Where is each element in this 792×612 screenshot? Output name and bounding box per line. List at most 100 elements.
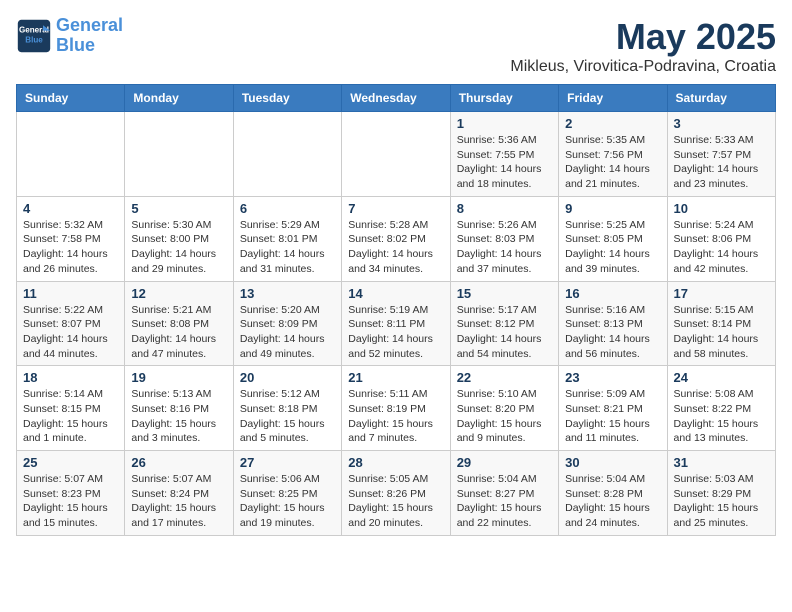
day-info: Sunrise: 5:26 AM Sunset: 8:03 PM Dayligh… bbox=[457, 218, 552, 277]
day-info: Sunrise: 5:25 AM Sunset: 8:05 PM Dayligh… bbox=[565, 218, 660, 277]
calendar-cell: 30 Sunrise: 5:04 AM Sunset: 8:28 PM Dayli… bbox=[559, 451, 667, 536]
calendar-table: SundayMondayTuesdayWednesdayThursdayFrid… bbox=[16, 84, 776, 536]
day-number: 24 bbox=[674, 370, 769, 385]
day-info: Sunrise: 5:07 AM Sunset: 8:24 PM Dayligh… bbox=[131, 472, 226, 531]
calendar-cell: 27 Sunrise: 5:06 AM Sunset: 8:25 PM Dayli… bbox=[233, 451, 341, 536]
calendar-cell: 21Sunrise: 5:11 AM Sunset: 8:19 PM Dayli… bbox=[342, 366, 450, 451]
day-number: 5 bbox=[131, 201, 226, 216]
day-info: Sunrise: 5:04 AM Sunset: 8:27 PM Dayligh… bbox=[457, 472, 552, 531]
calendar-cell: 2Sunrise: 5:35 AM Sunset: 7:56 PM Daylig… bbox=[559, 112, 667, 197]
day-number: 30 bbox=[565, 455, 660, 470]
logo: General Blue General Blue bbox=[16, 16, 123, 56]
calendar-header-row: SundayMondayTuesdayWednesdayThursdayFrid… bbox=[17, 85, 776, 112]
day-info: Sunrise: 5:12 AM Sunset: 8:18 PM Dayligh… bbox=[240, 387, 335, 446]
calendar-cell: 3 Sunrise: 5:33 AM Sunset: 7:57 PM Daylig… bbox=[667, 112, 775, 197]
calendar-cell: 4Sunrise: 5:32 AM Sunset: 7:58 PM Daylig… bbox=[17, 196, 125, 281]
calendar-cell: 26Sunrise: 5:07 AM Sunset: 8:24 PM Dayli… bbox=[125, 451, 233, 536]
day-info: Sunrise: 5:16 AM Sunset: 8:13 PM Dayligh… bbox=[565, 303, 660, 362]
day-number: 2 bbox=[565, 116, 660, 131]
day-info: Sunrise: 5:24 AM Sunset: 8:06 PM Dayligh… bbox=[674, 218, 769, 277]
day-number: 12 bbox=[131, 286, 226, 301]
week-row-5: 25Sunrise: 5:07 AM Sunset: 8:23 PM Dayli… bbox=[17, 451, 776, 536]
day-number: 16 bbox=[565, 286, 660, 301]
day-number: 10 bbox=[674, 201, 769, 216]
calendar-cell: 29 Sunrise: 5:04 AM Sunset: 8:27 PM Dayli… bbox=[450, 451, 558, 536]
day-number: 23 bbox=[565, 370, 660, 385]
calendar-cell bbox=[233, 112, 341, 197]
day-number: 7 bbox=[348, 201, 443, 216]
header-wednesday: Wednesday bbox=[342, 85, 450, 112]
svg-text:Blue: Blue bbox=[25, 35, 43, 44]
day-info: Sunrise: 5:20 AM Sunset: 8:09 PM Dayligh… bbox=[240, 303, 335, 362]
day-number: 18 bbox=[23, 370, 118, 385]
day-number: 27 bbox=[240, 455, 335, 470]
header-monday: Monday bbox=[125, 85, 233, 112]
day-number: 22 bbox=[457, 370, 552, 385]
calendar-cell bbox=[17, 112, 125, 197]
calendar-cell: 19Sunrise: 5:13 AM Sunset: 8:16 PM Dayli… bbox=[125, 366, 233, 451]
logo-icon: General Blue bbox=[16, 18, 52, 54]
day-info: Sunrise: 5:03 AM Sunset: 8:29 PM Dayligh… bbox=[674, 472, 769, 531]
header-tuesday: Tuesday bbox=[233, 85, 341, 112]
day-number: 28 bbox=[348, 455, 443, 470]
day-number: 20 bbox=[240, 370, 335, 385]
header-saturday: Saturday bbox=[667, 85, 775, 112]
calendar-cell: 20 Sunrise: 5:12 AM Sunset: 8:18 PM Dayli… bbox=[233, 366, 341, 451]
calendar-cell: 8 Sunrise: 5:26 AM Sunset: 8:03 PM Daylig… bbox=[450, 196, 558, 281]
day-info: Sunrise: 5:36 AM Sunset: 7:55 PM Dayligh… bbox=[457, 133, 552, 192]
day-number: 19 bbox=[131, 370, 226, 385]
day-info: Sunrise: 5:17 AM Sunset: 8:12 PM Dayligh… bbox=[457, 303, 552, 362]
day-number: 9 bbox=[565, 201, 660, 216]
day-info: Sunrise: 5:05 AM Sunset: 8:26 PM Dayligh… bbox=[348, 472, 443, 531]
calendar-cell: 11 Sunrise: 5:22 AM Sunset: 8:07 PM Dayli… bbox=[17, 281, 125, 366]
week-row-4: 18 Sunrise: 5:14 AM Sunset: 8:15 PM Dayli… bbox=[17, 366, 776, 451]
calendar-cell: 16 Sunrise: 5:16 AM Sunset: 8:13 PM Dayli… bbox=[559, 281, 667, 366]
calendar-cell: 23 Sunrise: 5:09 AM Sunset: 8:21 PM Dayli… bbox=[559, 366, 667, 451]
day-info: Sunrise: 5:08 AM Sunset: 8:22 PM Dayligh… bbox=[674, 387, 769, 446]
day-info: Sunrise: 5:22 AM Sunset: 8:07 PM Dayligh… bbox=[23, 303, 118, 362]
calendar-cell: 31Sunrise: 5:03 AM Sunset: 8:29 PM Dayli… bbox=[667, 451, 775, 536]
day-number: 6 bbox=[240, 201, 335, 216]
calendar-cell: 1 Sunrise: 5:36 AM Sunset: 7:55 PM Daylig… bbox=[450, 112, 558, 197]
calendar-cell: 14Sunrise: 5:19 AM Sunset: 8:11 PM Dayli… bbox=[342, 281, 450, 366]
calendar-cell: 18 Sunrise: 5:14 AM Sunset: 8:15 PM Dayli… bbox=[17, 366, 125, 451]
day-info: Sunrise: 5:21 AM Sunset: 8:08 PM Dayligh… bbox=[131, 303, 226, 362]
header-sunday: Sunday bbox=[17, 85, 125, 112]
calendar-cell: 24 Sunrise: 5:08 AM Sunset: 8:22 PM Dayli… bbox=[667, 366, 775, 451]
day-info: Sunrise: 5:33 AM Sunset: 7:57 PM Dayligh… bbox=[674, 133, 769, 192]
calendar-cell: 6 Sunrise: 5:29 AM Sunset: 8:01 PM Daylig… bbox=[233, 196, 341, 281]
calendar-cell bbox=[342, 112, 450, 197]
calendar-cell: 28 Sunrise: 5:05 AM Sunset: 8:26 PM Dayli… bbox=[342, 451, 450, 536]
day-number: 11 bbox=[23, 286, 118, 301]
day-number: 3 bbox=[674, 116, 769, 131]
day-info: Sunrise: 5:28 AM Sunset: 8:02 PM Dayligh… bbox=[348, 218, 443, 277]
week-row-2: 4Sunrise: 5:32 AM Sunset: 7:58 PM Daylig… bbox=[17, 196, 776, 281]
calendar-cell: 22 Sunrise: 5:10 AM Sunset: 8:20 PM Dayli… bbox=[450, 366, 558, 451]
calendar-cell: 10 Sunrise: 5:24 AM Sunset: 8:06 PM Dayli… bbox=[667, 196, 775, 281]
logo-text: General Blue bbox=[56, 16, 123, 56]
day-number: 1 bbox=[457, 116, 552, 131]
day-info: Sunrise: 5:15 AM Sunset: 8:14 PM Dayligh… bbox=[674, 303, 769, 362]
day-info: Sunrise: 5:14 AM Sunset: 8:15 PM Dayligh… bbox=[23, 387, 118, 446]
page-header: General Blue General Blue May 2025 Mikle… bbox=[16, 16, 776, 76]
location-title: Mikleus, Virovitica-Podravina, Croatia bbox=[510, 58, 776, 76]
day-info: Sunrise: 5:06 AM Sunset: 8:25 PM Dayligh… bbox=[240, 472, 335, 531]
day-number: 8 bbox=[457, 201, 552, 216]
month-title: May 2025 bbox=[510, 16, 776, 58]
calendar-cell: 15Sunrise: 5:17 AM Sunset: 8:12 PM Dayli… bbox=[450, 281, 558, 366]
day-number: 21 bbox=[348, 370, 443, 385]
day-info: Sunrise: 5:04 AM Sunset: 8:28 PM Dayligh… bbox=[565, 472, 660, 531]
day-number: 4 bbox=[23, 201, 118, 216]
day-number: 29 bbox=[457, 455, 552, 470]
calendar-cell: 12 Sunrise: 5:21 AM Sunset: 8:08 PM Dayli… bbox=[125, 281, 233, 366]
day-info: Sunrise: 5:10 AM Sunset: 8:20 PM Dayligh… bbox=[457, 387, 552, 446]
day-info: Sunrise: 5:29 AM Sunset: 8:01 PM Dayligh… bbox=[240, 218, 335, 277]
week-row-3: 11 Sunrise: 5:22 AM Sunset: 8:07 PM Dayli… bbox=[17, 281, 776, 366]
day-info: Sunrise: 5:09 AM Sunset: 8:21 PM Dayligh… bbox=[565, 387, 660, 446]
calendar-cell: 13 Sunrise: 5:20 AM Sunset: 8:09 PM Dayli… bbox=[233, 281, 341, 366]
day-info: Sunrise: 5:07 AM Sunset: 8:23 PM Dayligh… bbox=[23, 472, 118, 531]
calendar-cell: 7 Sunrise: 5:28 AM Sunset: 8:02 PM Daylig… bbox=[342, 196, 450, 281]
day-info: Sunrise: 5:19 AM Sunset: 8:11 PM Dayligh… bbox=[348, 303, 443, 362]
title-area: May 2025 Mikleus, Virovitica-Podravina, … bbox=[510, 16, 776, 76]
day-number: 13 bbox=[240, 286, 335, 301]
